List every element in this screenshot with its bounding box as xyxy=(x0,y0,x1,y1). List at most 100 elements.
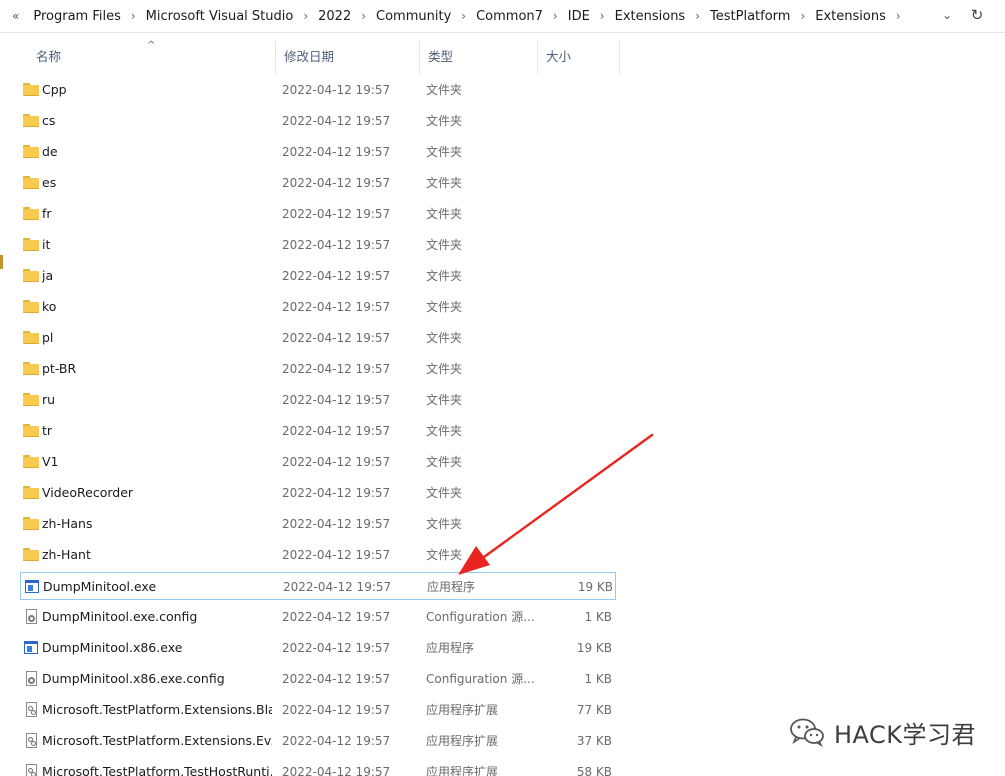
breadcrumb-separator-icon[interactable]: › xyxy=(303,9,308,23)
file-type: 文件夹 xyxy=(426,486,463,500)
config-file-icon xyxy=(23,671,39,686)
file-row[interactable]: tr 2022-04-12 19:57 文件夹 xyxy=(20,417,616,445)
file-type: Configuration 源... xyxy=(426,610,535,624)
column-header-type-label: 类型 xyxy=(428,49,454,64)
file-modified-date: 2022-04-12 19:57 xyxy=(282,486,391,500)
column-header-date[interactable]: 修改日期 xyxy=(276,40,420,74)
watermark: HACK学习君 xyxy=(788,712,976,752)
file-modified-date: 2022-04-12 19:57 xyxy=(282,145,391,159)
file-size: 19 KB xyxy=(576,641,612,655)
file-type: 应用程序扩展 xyxy=(426,765,499,776)
refresh-icon[interactable]: ↻ xyxy=(967,5,987,25)
file-modified-date: 2022-04-12 19:57 xyxy=(282,238,391,252)
breadcrumb-item[interactable]: Microsoft Visual Studio xyxy=(142,9,298,24)
sort-ascending-icon: ^ xyxy=(147,40,156,51)
file-size xyxy=(540,417,612,445)
breadcrumb-item[interactable]: Extensions xyxy=(611,9,690,24)
breadcrumb-separator-icon[interactable]: › xyxy=(461,9,466,23)
file-name: DumpMinitool.exe xyxy=(43,579,157,594)
file-name: it xyxy=(42,237,51,252)
breadcrumb: « Program Files › Microsoft Visual Studio ›… xyxy=(12,0,907,32)
config-file-icon xyxy=(23,609,39,624)
file-name: pt-BR xyxy=(42,361,77,376)
file-row[interactable]: cs 2022-04-12 19:57 文件夹 xyxy=(20,107,616,135)
file-type: 文件夹 xyxy=(426,145,463,159)
chevron-down-icon[interactable]: ⌄ xyxy=(938,6,956,24)
breadcrumb-item[interactable]: Program Files xyxy=(29,9,125,24)
file-row[interactable]: Microsoft.TestPlatform.Extensions.Bla...… xyxy=(20,696,616,724)
file-row[interactable]: zh-Hans 2022-04-12 19:57 文件夹 xyxy=(20,510,616,538)
address-bar[interactable]: « Program Files › Microsoft Visual Studio ›… xyxy=(0,0,1005,33)
file-row[interactable]: it 2022-04-12 19:57 文件夹 xyxy=(20,231,616,259)
file-row[interactable]: ja 2022-04-12 19:57 文件夹 xyxy=(20,262,616,290)
breadcrumb-item[interactable]: Extensions xyxy=(811,9,890,24)
file-row[interactable]: de 2022-04-12 19:57 文件夹 xyxy=(20,138,616,166)
file-type: 应用程序扩展 xyxy=(426,703,499,717)
file-row[interactable]: ru 2022-04-12 19:57 文件夹 xyxy=(20,386,616,414)
breadcrumb-separator-icon[interactable]: › xyxy=(131,9,136,23)
column-header-bar: 名称 ^ 修改日期 类型 大小 xyxy=(0,40,1005,74)
breadcrumb-separator-icon[interactable]: › xyxy=(600,9,605,23)
folder-icon xyxy=(23,393,39,407)
file-row[interactable]: DumpMinitool.x86.exe.config 2022-04-12 19… xyxy=(20,665,616,693)
breadcrumb-overflow-icon[interactable]: « xyxy=(12,9,19,23)
file-type: 文件夹 xyxy=(426,176,463,190)
file-size xyxy=(540,107,612,135)
file-list: Cpp 2022-04-12 19:57 文件夹 cs 2022-04-12 19:57… xyxy=(0,75,1005,776)
file-row[interactable]: pt-BR 2022-04-12 19:57 文件夹 xyxy=(20,355,616,383)
file-type: 文件夹 xyxy=(426,83,463,97)
exe-icon xyxy=(24,580,40,594)
file-row[interactable]: DumpMinitool.x86.exe 2022-04-12 19:57 应用程序… xyxy=(20,634,616,662)
file-row[interactable]: V1 2022-04-12 19:57 文件夹 xyxy=(20,448,616,476)
file-modified-date: 2022-04-12 19:57 xyxy=(282,331,391,345)
file-name: cs xyxy=(42,113,56,128)
file-name: Microsoft.TestPlatform.Extensions.Ev... xyxy=(42,733,272,748)
file-size: 1 KB xyxy=(584,610,612,624)
file-size xyxy=(540,510,612,538)
breadcrumb-separator-icon[interactable]: › xyxy=(553,9,558,23)
breadcrumb-item[interactable]: Community xyxy=(372,9,455,24)
column-header-size[interactable]: 大小 xyxy=(538,40,620,74)
file-row[interactable]: Microsoft.TestPlatform.Extensions.Ev... 2… xyxy=(20,727,616,755)
breadcrumb-item[interactable]: Common7 xyxy=(472,9,547,24)
file-row[interactable]: zh-Hant 2022-04-12 19:57 文件夹 xyxy=(20,541,616,569)
file-name: DumpMinitool.x86.exe.config xyxy=(42,671,225,686)
file-modified-date: 2022-04-12 19:57 xyxy=(282,300,391,314)
breadcrumb-item[interactable]: TestPlatform xyxy=(706,9,794,24)
file-name: Microsoft.TestPlatform.Extensions.Bla... xyxy=(42,702,272,717)
column-header-type[interactable]: 类型 xyxy=(420,40,538,74)
breadcrumb-separator-icon[interactable]: › xyxy=(695,9,700,23)
file-type: 文件夹 xyxy=(426,393,463,407)
file-row[interactable]: Cpp 2022-04-12 19:57 文件夹 xyxy=(20,76,616,104)
column-header-size-label: 大小 xyxy=(546,49,572,64)
breadcrumb-item[interactable]: 2022 xyxy=(314,9,355,24)
file-row[interactable]: fr 2022-04-12 19:57 文件夹 xyxy=(20,200,616,228)
file-row[interactable]: VideoRecorder 2022-04-12 19:57 文件夹 xyxy=(20,479,616,507)
breadcrumb-item[interactable]: IDE xyxy=(564,9,594,24)
breadcrumb-separator-icon[interactable]: › xyxy=(361,9,366,23)
file-modified-date: 2022-04-12 19:57 xyxy=(282,455,391,469)
folder-icon xyxy=(23,548,39,562)
file-type: 文件夹 xyxy=(426,362,463,376)
file-row[interactable]: DumpMinitool.exe 2022-04-12 19:57 应用程序 19 K… xyxy=(20,572,616,600)
file-row[interactable]: es 2022-04-12 19:57 文件夹 xyxy=(20,169,616,197)
file-row[interactable]: ko 2022-04-12 19:57 文件夹 xyxy=(20,293,616,321)
file-modified-date: 2022-04-12 19:57 xyxy=(282,672,391,686)
file-size xyxy=(540,138,612,166)
file-name: de xyxy=(42,144,58,159)
breadcrumb-separator-icon[interactable]: › xyxy=(800,9,805,23)
file-name: Microsoft.TestPlatform.TestHostRunti... xyxy=(42,764,272,776)
file-name: DumpMinitool.x86.exe xyxy=(42,640,183,655)
file-row[interactable]: pl 2022-04-12 19:57 文件夹 xyxy=(20,324,616,352)
breadcrumb-separator-icon[interactable]: › xyxy=(896,9,901,23)
file-modified-date: 2022-04-12 19:57 xyxy=(283,580,392,594)
folder-icon xyxy=(23,114,39,128)
wechat-logo-icon xyxy=(788,717,826,748)
file-type: 文件夹 xyxy=(426,207,463,221)
dll-icon xyxy=(23,702,39,717)
file-row[interactable]: Microsoft.TestPlatform.TestHostRunti... 2… xyxy=(20,758,616,776)
dll-icon xyxy=(23,764,39,776)
file-type: 文件夹 xyxy=(426,238,463,252)
file-row[interactable]: DumpMinitool.exe.config 2022-04-12 19:57 C… xyxy=(20,603,616,631)
file-type: 应用程序扩展 xyxy=(426,734,499,748)
